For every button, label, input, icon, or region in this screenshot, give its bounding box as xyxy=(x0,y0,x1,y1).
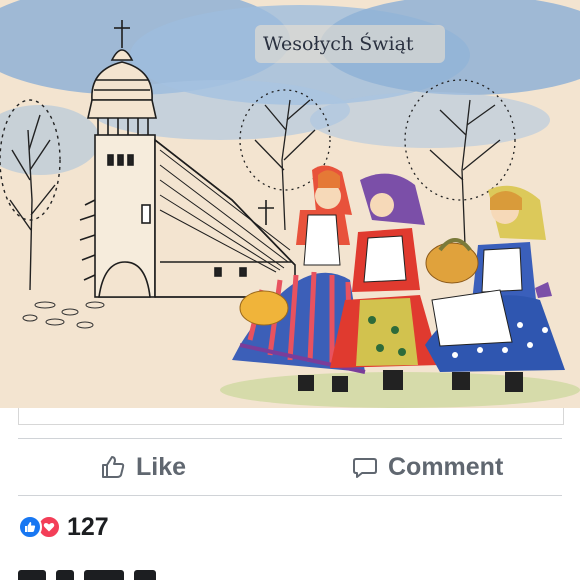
like-label: Like xyxy=(136,452,187,481)
image-card-frame xyxy=(18,408,564,425)
like-button[interactable]: Like xyxy=(100,447,186,487)
like-reaction-icon xyxy=(18,515,42,539)
divider-bottom xyxy=(18,495,562,496)
card-greeting: Wesołych Świąt xyxy=(263,32,414,55)
post-image[interactable]: Wesołych Świąt xyxy=(0,0,580,408)
comment-button[interactable]: Comment xyxy=(352,447,503,487)
truncated-comment-text xyxy=(18,570,156,580)
divider-top xyxy=(18,438,562,439)
thumbs-up-icon xyxy=(102,456,125,478)
comment-label: Comment xyxy=(388,452,504,481)
reaction-summary[interactable]: 127 xyxy=(18,512,109,542)
reaction-count: 127 xyxy=(67,512,109,541)
postcard-illustration: Wesołych Świąt xyxy=(0,0,580,408)
comment-bubble-icon xyxy=(353,458,377,478)
